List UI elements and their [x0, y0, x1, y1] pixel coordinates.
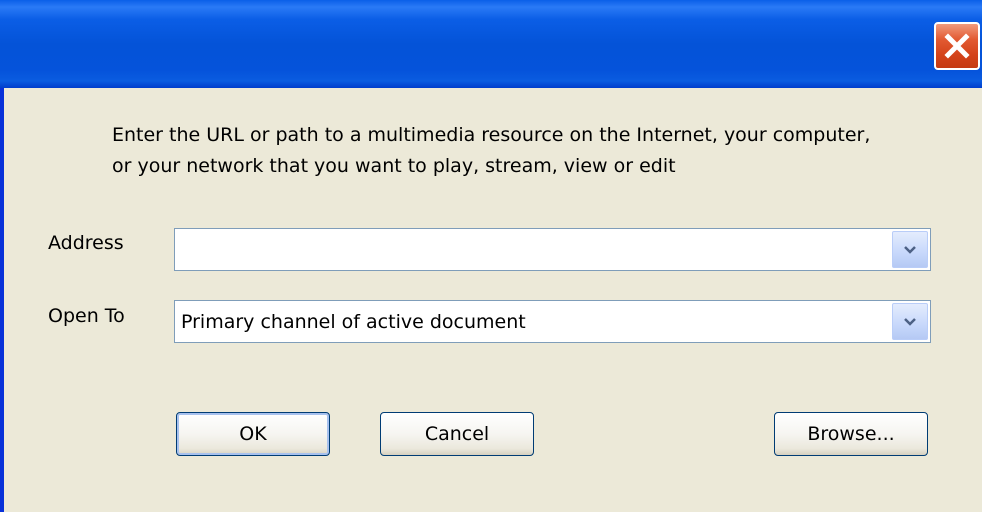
instructions-line-2: or your network that you want to play, s… [112, 155, 676, 177]
cancel-button[interactable]: Cancel [380, 412, 534, 456]
browse-button[interactable]: Browse... [774, 412, 928, 456]
instructions-text: Enter the URL or path to a multimedia re… [112, 120, 952, 182]
chevron-down-icon [904, 317, 916, 326]
open-url-dialog: Enter the URL or path to a multimedia re… [0, 0, 982, 512]
title-bar[interactable] [0, 0, 982, 88]
close-button[interactable] [934, 22, 980, 70]
open-to-combobox[interactable]: Primary channel of active document [174, 300, 931, 343]
ok-button[interactable]: OK [176, 412, 330, 456]
open-to-label: Open To [48, 305, 125, 327]
instructions-line-1: Enter the URL or path to a multimedia re… [112, 124, 871, 146]
close-icon [944, 33, 970, 59]
open-to-dropdown-button[interactable] [892, 303, 928, 340]
address-dropdown-button[interactable] [892, 231, 928, 268]
address-combobox[interactable] [174, 228, 931, 271]
chevron-down-icon [904, 245, 916, 254]
address-label: Address [48, 232, 124, 254]
open-to-value: Primary channel of active document [181, 310, 526, 333]
